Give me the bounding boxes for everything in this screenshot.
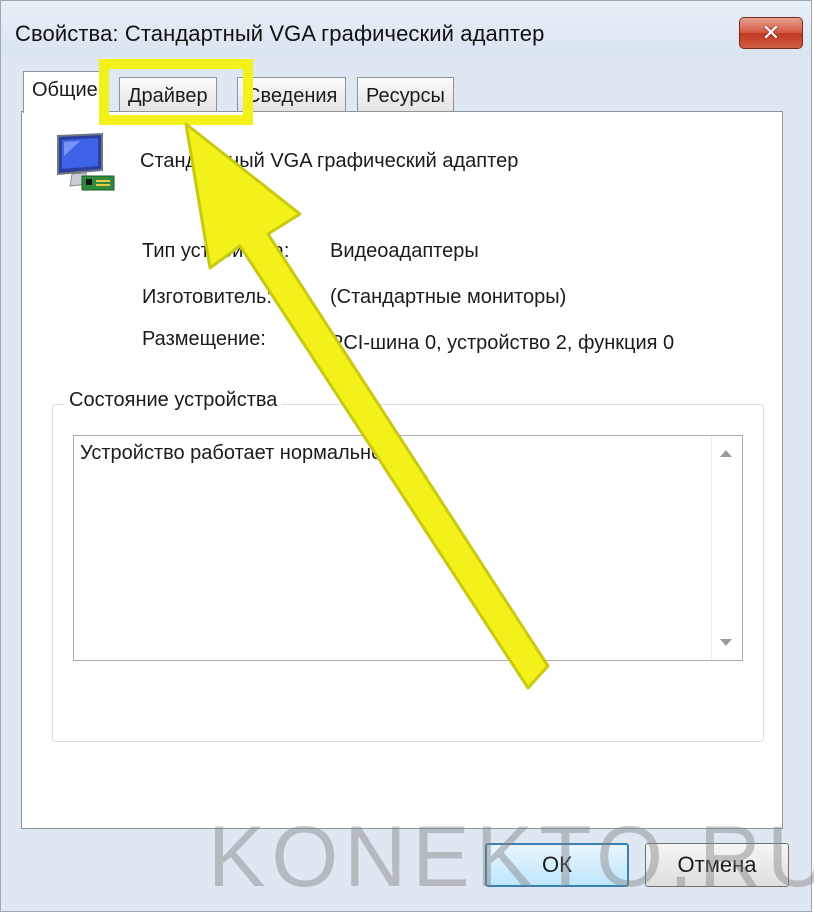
- tab-driver[interactable]: Драйвер: [119, 77, 217, 111]
- display-adapter-icon: [57, 132, 115, 191]
- tab-details-label: Сведения: [246, 85, 338, 107]
- window-title: Свойства: Стандартный VGA графический ад…: [15, 21, 545, 46]
- status-scrollbar[interactable]: [711, 436, 742, 660]
- device-status-group: Состояние устройства Устройство работает…: [52, 389, 764, 742]
- manufacturer-label: Изготовитель:: [142, 286, 272, 308]
- location-value: PCI-шина 0, устройство 2, функция 0: [330, 332, 675, 354]
- properties-dialog: Свойства: Стандартный VGA графический ад…: [0, 0, 812, 912]
- tab-resources[interactable]: Ресурсы: [357, 77, 454, 111]
- general-tab-panel: Стандартный VGA графический адаптер Тип …: [21, 111, 783, 829]
- location-label: Размещение:: [142, 328, 266, 350]
- scroll-down-arrow-icon[interactable]: [720, 639, 732, 646]
- close-button[interactable]: ✕: [739, 17, 803, 49]
- scroll-up-arrow-icon[interactable]: [720, 450, 732, 457]
- device-status-textbox[interactable]: Устройство работает нормально.: [73, 435, 743, 661]
- device-type-label: Тип устройства:: [142, 240, 290, 262]
- tab-details[interactable]: Сведения: [237, 77, 347, 111]
- watermark: KONEKTO.RU: [208, 809, 814, 905]
- device-type-value: Видеоадаптеры: [330, 240, 479, 262]
- manufacturer-value: (Стандартные мониторы): [330, 286, 567, 308]
- tab-general-label: Общие: [32, 79, 98, 101]
- tab-resources-label: Ресурсы: [366, 85, 445, 107]
- close-icon: ✕: [761, 20, 781, 45]
- device-status-text: Устройство работает нормально.: [80, 442, 388, 464]
- device-name: Стандартный VGA графический адаптер: [140, 150, 519, 172]
- tab-driver-label: Драйвер: [128, 85, 208, 107]
- title-bar[interactable]: Свойства: Стандартный VGA графический ад…: [1, 1, 811, 57]
- device-status-title: Состояние устройства: [65, 389, 282, 412]
- tab-general[interactable]: Общие: [23, 71, 107, 113]
